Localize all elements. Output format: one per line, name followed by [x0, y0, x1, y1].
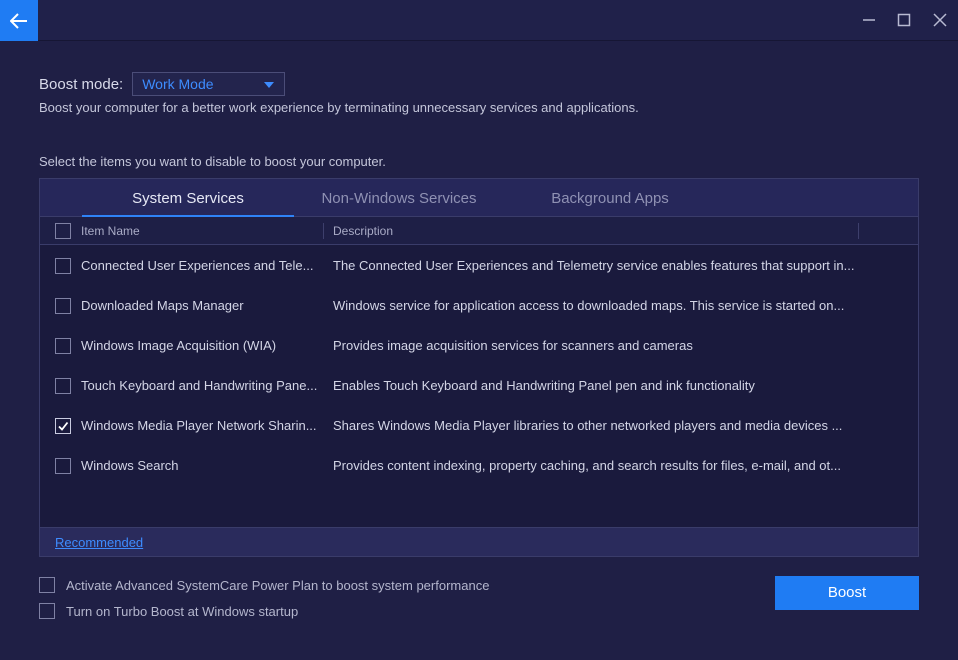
arrow-left-icon — [10, 12, 27, 29]
boost-mode-select[interactable]: Work Mode — [132, 72, 286, 96]
row-description: Shares Windows Media Player libraries to… — [333, 418, 843, 433]
row-checkbox[interactable] — [55, 418, 71, 434]
row-checkbox[interactable] — [55, 378, 71, 394]
option-label: Activate Advanced SystemCare Power Plan … — [66, 577, 490, 593]
row-description: The Connected User Experiences and Telem… — [333, 258, 855, 273]
services-panel: System Services Non-Windows Services Bac… — [39, 178, 919, 557]
maximize-icon — [897, 13, 911, 27]
table-row[interactable]: Windows Image Acquisition (WIA) Provides … — [40, 326, 918, 366]
row-description: Enables Touch Keyboard and Handwriting P… — [333, 378, 755, 393]
row-description: Provides content indexing, property cach… — [333, 458, 841, 473]
table-row[interactable]: Windows Search Provides content indexing,… — [40, 446, 918, 486]
column-header-description[interactable]: Description — [333, 217, 393, 245]
select-prompt: Select the items you want to disable to … — [39, 154, 386, 169]
row-item-name: Windows Media Player Network Sharin... — [81, 418, 317, 433]
row-item-name: Connected User Experiences and Tele... — [81, 258, 314, 273]
checkmark-icon — [58, 421, 69, 431]
close-icon — [933, 13, 947, 27]
option-turbo-startup[interactable]: Turn on Turbo Boost at Windows startup — [39, 603, 298, 619]
row-item-name: Downloaded Maps Manager — [81, 298, 244, 313]
close-button[interactable] — [930, 10, 950, 30]
column-divider[interactable] — [858, 223, 859, 239]
boost-mode-selected: Work Mode — [142, 76, 214, 92]
boost-mode-row: Boost mode: Work Mode — [39, 72, 286, 96]
table-header: Item Name Description — [40, 217, 918, 245]
back-button[interactable] — [0, 0, 38, 41]
boost-mode-description: Boost your computer for a better work ex… — [39, 100, 639, 115]
maximize-button[interactable] — [894, 10, 914, 30]
row-checkbox[interactable] — [55, 458, 71, 474]
table-row[interactable]: Connected User Experiences and Tele... Th… — [40, 246, 918, 286]
row-item-name: Windows Search — [81, 458, 179, 473]
table-row[interactable]: Downloaded Maps Manager Windows service f… — [40, 286, 918, 326]
title-bar — [0, 0, 958, 41]
option-checkbox[interactable] — [39, 577, 55, 593]
column-header-item-name[interactable]: Item Name — [81, 217, 140, 245]
boost-button[interactable]: Boost — [775, 576, 919, 610]
row-checkbox[interactable] — [55, 338, 71, 354]
row-item-name: Touch Keyboard and Handwriting Pane... — [81, 378, 318, 393]
select-all-checkbox[interactable] — [55, 223, 71, 239]
option-checkbox[interactable] — [39, 603, 55, 619]
recommended-link[interactable]: Recommended — [55, 535, 143, 550]
option-power-plan[interactable]: Activate Advanced SystemCare Power Plan … — [39, 577, 489, 593]
tab-non-windows-services[interactable]: Non-Windows Services — [294, 179, 504, 217]
row-checkbox[interactable] — [55, 298, 71, 314]
row-item-name: Windows Image Acquisition (WIA) — [81, 338, 277, 353]
row-description: Provides image acquisition services for … — [333, 338, 693, 353]
tab-background-apps[interactable]: Background Apps — [504, 179, 716, 217]
chevron-down-icon — [264, 82, 275, 88]
table-row[interactable]: Windows Media Player Network Sharin... Sh… — [40, 406, 918, 446]
table-row[interactable]: Touch Keyboard and Handwriting Pane... En… — [40, 366, 918, 406]
row-description: Windows service for application access t… — [333, 298, 845, 313]
tab-system-services[interactable]: System Services — [82, 179, 294, 217]
minimize-button[interactable] — [859, 10, 879, 30]
boost-mode-label: Boost mode: — [39, 75, 124, 93]
panel-footer: Recommended — [40, 527, 918, 556]
column-divider[interactable] — [323, 223, 324, 239]
minimize-icon — [863, 19, 875, 21]
option-label: Turn on Turbo Boost at Windows startup — [66, 603, 299, 619]
tab-bar: System Services Non-Windows Services Bac… — [40, 179, 918, 217]
row-checkbox[interactable] — [55, 258, 71, 274]
